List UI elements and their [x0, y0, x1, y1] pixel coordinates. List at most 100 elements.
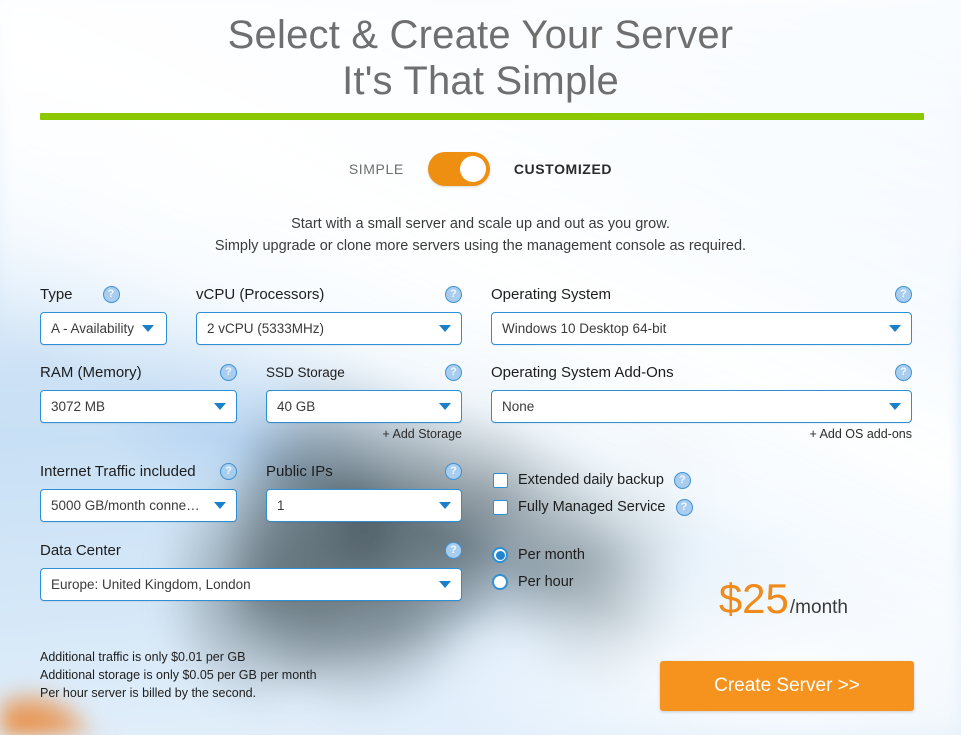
radio-label-per-month[interactable]: Per month [518, 547, 585, 563]
chevron-down-icon [142, 325, 155, 332]
select-public-ips-value: 1 [277, 498, 285, 513]
mode-label-simple[interactable]: SIMPLE [349, 161, 404, 177]
select-os-addons[interactable]: None [491, 390, 912, 423]
billing-period-group: Per month Per hour [492, 543, 585, 594]
help-icon-ram[interactable]: ? [220, 363, 237, 381]
title-divider [40, 113, 924, 120]
pricing-note-3: Per hour server is billed by the second. [40, 686, 257, 700]
create-server-button-label: Create Server >> [714, 675, 860, 696]
field-type: Type ? A - Availability [40, 284, 167, 345]
label-operating-system: Operating System ? [491, 284, 912, 304]
label-ssd-storage: SSD Storage ? [266, 362, 462, 382]
select-data-center-value: Europe: United Kingdom, London [51, 577, 251, 592]
label-vcpu-text: vCPU (Processors) [196, 285, 325, 303]
create-server-button[interactable]: Create Server >> [660, 661, 914, 711]
intro-text: Start with a small server and scale up a… [0, 213, 961, 257]
select-vcpu[interactable]: 2 vCPU (5333MHz) [196, 312, 462, 345]
chevron-down-icon [214, 502, 226, 509]
price-amount: $25 [718, 575, 789, 622]
checkbox-fully-managed-service[interactable] [493, 499, 508, 515]
field-os-addons: Operating System Add-Ons ? None + Add OS… [491, 362, 912, 441]
help-icon-fully-managed-service[interactable]: ? [675, 498, 693, 516]
radio-per-month[interactable] [492, 547, 508, 563]
select-public-ips[interactable]: 1 [266, 489, 462, 522]
page-title-line1: Select & Create Your Server [227, 13, 734, 57]
radio-row-per-hour: Per hour [492, 570, 585, 594]
select-internet-traffic[interactable]: 5000 GB/month conne… [40, 489, 237, 522]
add-storage-link[interactable]: + Add Storage [266, 427, 462, 441]
price-period: /month [789, 597, 848, 618]
select-operating-system[interactable]: Windows 10 Desktop 64-bit [491, 312, 912, 345]
checkbox-label-extended-daily-backup[interactable]: Extended daily backup [518, 472, 664, 488]
label-internet-traffic-text: Internet Traffic included [40, 462, 196, 480]
select-ssd-storage[interactable]: 40 GB [266, 390, 462, 423]
label-data-center-text: Data Center [40, 541, 121, 559]
label-vcpu: vCPU (Processors) ? [196, 284, 462, 304]
help-icon-extended-daily-backup[interactable]: ? [673, 471, 691, 489]
select-ram-value: 3072 MB [51, 399, 106, 414]
radio-row-per-month: Per month [492, 543, 585, 567]
help-icon-public-ips[interactable]: ? [445, 462, 462, 480]
chevron-down-icon [889, 325, 901, 332]
select-type-value: A - Availability [51, 321, 135, 336]
checkbox-row-extended-daily-backup: Extended daily backup ? [493, 468, 693, 492]
chevron-down-icon [439, 581, 451, 588]
label-public-ips: Public IPs ? [266, 461, 462, 481]
pricing-notes: Additional traffic is only $0.01 per GB … [40, 648, 317, 702]
label-internet-traffic: Internet Traffic included ? [40, 461, 237, 481]
toggle-knob [459, 156, 486, 182]
radio-dot [495, 550, 505, 560]
field-vcpu: vCPU (Processors) ? 2 vCPU (5333MHz) [196, 284, 462, 345]
chevron-down-icon [889, 403, 901, 410]
label-os-addons-text: Operating System Add-Ons [491, 363, 674, 381]
help-icon-operating-system[interactable]: ? [895, 285, 912, 303]
label-ssd-storage-text: SSD Storage [266, 364, 345, 380]
intro-line-1: Start with a small server and scale up a… [291, 216, 670, 232]
add-os-addons-link[interactable]: + Add OS add-ons [491, 427, 912, 441]
field-data-center: Data Center ? Europe: United Kingdom, Lo… [40, 540, 462, 601]
select-ssd-storage-value: 40 GB [277, 399, 316, 414]
checkbox-row-fully-managed-service: Fully Managed Service ? [493, 495, 693, 519]
checkbox-label-fully-managed-service[interactable]: Fully Managed Service [518, 499, 666, 515]
label-data-center: Data Center ? [40, 540, 462, 560]
page-title-line2: It's That Simple [342, 59, 619, 103]
help-icon-internet-traffic[interactable]: ? [220, 462, 237, 480]
help-icon-type[interactable]: ? [102, 285, 120, 303]
label-os-addons: Operating System Add-Ons ? [491, 362, 912, 382]
label-ram-text: RAM (Memory) [40, 363, 142, 381]
select-internet-traffic-value: 5000 GB/month conne… [51, 498, 200, 513]
help-icon-ssd-storage[interactable]: ? [445, 363, 462, 381]
page-header: Select & Create Your Server It's That Si… [0, 0, 961, 104]
label-public-ips-text: Public IPs [266, 462, 333, 480]
label-type: Type ? [40, 284, 167, 304]
mode-toggle-switch[interactable] [427, 152, 490, 186]
help-icon-os-addons[interactable]: ? [895, 363, 912, 381]
pricing-note-2: Additional storage is only $0.05 per GB … [40, 668, 317, 682]
radio-label-per-hour[interactable]: Per hour [518, 574, 574, 590]
field-operating-system: Operating System ? Windows 10 Desktop 64… [491, 284, 912, 345]
field-internet-traffic: Internet Traffic included ? 5000 GB/mont… [40, 461, 237, 522]
radio-per-hour[interactable] [492, 574, 508, 590]
chevron-down-icon [439, 325, 451, 332]
chevron-down-icon [439, 403, 451, 410]
chevron-down-icon [439, 502, 451, 509]
pricing-note-1: Additional traffic is only $0.01 per GB [40, 650, 246, 664]
help-icon-data-center[interactable]: ? [445, 541, 462, 559]
radio-dot [496, 578, 505, 587]
select-type[interactable]: A - Availability [40, 312, 167, 345]
addon-checkbox-group: Extended daily backup ? Fully Managed Se… [493, 468, 693, 519]
checkbox-extended-daily-backup[interactable] [493, 472, 508, 488]
chevron-down-icon [214, 403, 226, 410]
select-vcpu-value: 2 vCPU (5333MHz) [207, 321, 325, 336]
field-ram: RAM (Memory) ? 3072 MB [40, 362, 237, 423]
label-operating-system-text: Operating System [491, 285, 612, 303]
mode-label-customized[interactable]: CUSTOMIZED [514, 161, 612, 177]
price-display: $25 /month [719, 578, 848, 620]
label-type-text: Type [40, 285, 73, 303]
field-public-ips: Public IPs ? 1 [266, 461, 462, 522]
label-ram: RAM (Memory) ? [40, 362, 237, 382]
help-icon-vcpu[interactable]: ? [445, 285, 462, 303]
select-data-center[interactable]: Europe: United Kingdom, London [40, 568, 462, 601]
select-ram[interactable]: 3072 MB [40, 390, 237, 423]
field-ssd-storage: SSD Storage ? 40 GB + Add Storage [266, 362, 462, 441]
